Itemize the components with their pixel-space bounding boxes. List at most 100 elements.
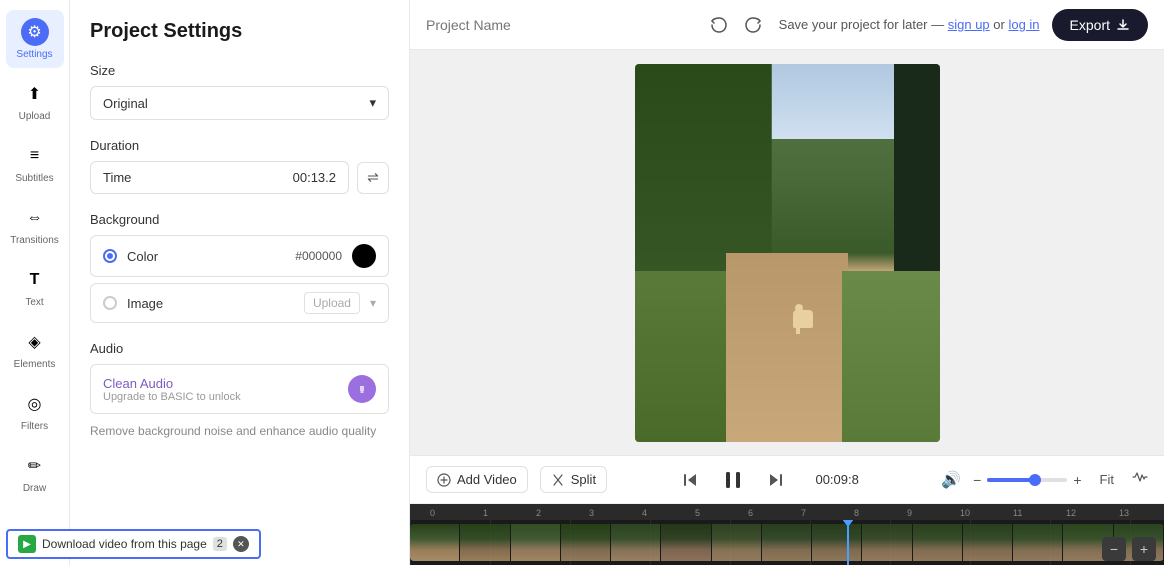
expand-icon: ⇌: [367, 169, 379, 186]
playhead-head: [842, 520, 854, 527]
clip-thumb-12: [963, 524, 1013, 561]
duration-label: Duration: [90, 138, 389, 153]
sidebar-label-upload: Upload: [19, 111, 51, 122]
zoom-slider[interactable]: [987, 478, 1067, 482]
filters-icon: ◎: [21, 390, 49, 418]
playback-bar: Add Video Split: [410, 456, 1164, 504]
draw-icon: ✏: [21, 452, 49, 480]
timeline-minus-button[interactable]: −: [1102, 537, 1126, 561]
clip-thumb-10: [862, 524, 912, 561]
waveform-icon[interactable]: [1132, 469, 1148, 490]
volume-icon[interactable]: 🔊: [941, 470, 961, 490]
ruler-1: 1: [483, 508, 488, 518]
play-pause-button[interactable]: [716, 463, 750, 497]
size-label: Size: [90, 63, 389, 78]
sidebar-label-elements: Elements: [14, 359, 56, 370]
ruler-11: 11: [1013, 508, 1022, 518]
rewind-button[interactable]: [676, 466, 704, 494]
zoom-out-button[interactable]: −: [973, 472, 981, 488]
duration-row: Time 00:13.2 ⇌: [90, 161, 389, 194]
download-banner[interactable]: ▶ Download video from this page 2 ✕: [6, 529, 261, 559]
sidebar-item-filters[interactable]: ◎ Filters: [6, 382, 64, 440]
zoom-in-button[interactable]: +: [1073, 472, 1081, 488]
ruler-2: 2: [536, 508, 541, 518]
transitions-icon: ⇔: [21, 204, 49, 232]
page-title: Project Settings: [90, 20, 389, 43]
volume-section: 🔊: [941, 470, 961, 490]
zoom-track-fill: [987, 478, 1035, 482]
grass-right: [842, 271, 940, 441]
video-container: [410, 50, 1164, 455]
clip-thumb-7: [712, 524, 762, 561]
duration-expand-button[interactable]: ⇌: [357, 162, 389, 194]
sidebar-item-upload[interactable]: ⬆ Upload: [6, 72, 64, 130]
timeline-track[interactable]: [410, 520, 1164, 565]
clip-thumb-9: [812, 524, 862, 561]
ruler-12: 12: [1066, 508, 1076, 518]
image-upload-button[interactable]: Upload: [304, 292, 360, 314]
project-name-input[interactable]: [426, 17, 693, 33]
duration-type: Time: [103, 170, 131, 185]
text-icon: T: [21, 266, 49, 294]
color-swatch[interactable]: [352, 244, 376, 268]
sign-up-link[interactable]: sign up: [948, 17, 990, 32]
sidebar-label-draw: Draw: [23, 483, 46, 494]
track-content: [410, 520, 1164, 565]
bottom-controls: Add Video Split: [410, 455, 1164, 565]
playhead[interactable]: [847, 520, 849, 565]
ruler-10: 10: [960, 508, 970, 518]
download-banner-label: Download video from this page: [42, 537, 207, 551]
split-button[interactable]: Split: [540, 466, 607, 493]
sidebar-label-transitions: Transitions: [10, 235, 59, 246]
add-video-button[interactable]: Add Video: [426, 466, 528, 493]
sidebar-label-settings: Settings: [16, 49, 52, 60]
size-chevron-icon: ▾: [369, 95, 376, 111]
fit-button[interactable]: Fit: [1094, 469, 1120, 490]
video-clip[interactable]: [410, 524, 1164, 561]
timeline-controls-right: − +: [1102, 537, 1156, 561]
timeline-add-button[interactable]: +: [1132, 537, 1156, 561]
sidebar-item-settings[interactable]: ⚙ Settings: [6, 10, 64, 68]
export-button[interactable]: Export: [1052, 9, 1148, 41]
clean-audio-icon[interactable]: [348, 375, 376, 403]
timeline-area: 0 1 2 3 4 5 6 7 8 9 10 11 12 13 14 15: [410, 504, 1164, 565]
audio-label: Audio: [90, 341, 389, 356]
image-radio[interactable]: [103, 296, 117, 310]
size-select[interactable]: Original ▾: [90, 86, 389, 120]
sidebar-label-subtitles: Subtitles: [15, 173, 53, 184]
radio-inner: [107, 253, 113, 259]
video-preview: [635, 64, 940, 442]
sidebar-item-draw[interactable]: ✏ Draw: [6, 444, 64, 502]
save-text: Save your project for later — sign up or…: [779, 17, 1040, 32]
banner-close-button[interactable]: ✕: [233, 536, 249, 552]
image-option-label: Image: [127, 296, 294, 311]
clip-thumb-1: [410, 524, 460, 561]
clip-thumb-13: [1013, 524, 1063, 561]
sidebar-label-filters: Filters: [21, 421, 48, 432]
duration-value: 00:13.2: [293, 170, 336, 185]
color-radio[interactable]: [103, 249, 117, 263]
sidebar-item-subtitles[interactable]: ≡ Subtitles: [6, 134, 64, 192]
sidebar-item-elements[interactable]: ◈ Elements: [6, 320, 64, 378]
clean-audio-box: Clean Audio Upgrade to BASIC to unlock: [90, 364, 389, 414]
redo-button[interactable]: [739, 11, 767, 39]
image-chevron-icon: ▾: [370, 296, 376, 310]
color-option[interactable]: Color #000000: [90, 235, 389, 277]
video-scene: [635, 64, 940, 442]
size-section: Size Original ▾: [90, 63, 389, 120]
image-option[interactable]: Image Upload ▾: [90, 283, 389, 323]
ruler-7: 7: [801, 508, 806, 518]
duration-input[interactable]: Time 00:13.2: [90, 161, 349, 194]
undo-button[interactable]: [705, 11, 733, 39]
subtitles-icon: ≡: [21, 142, 49, 170]
clean-audio-subtitle: Upgrade to BASIC to unlock: [103, 391, 241, 403]
forward-button[interactable]: [762, 466, 790, 494]
road: [726, 253, 848, 442]
sidebar-item-transitions[interactable]: ⇔ Transitions: [6, 196, 64, 254]
ruler-13: 13: [1119, 508, 1129, 518]
banner-number: 2: [213, 537, 227, 551]
sidebar-item-text[interactable]: T Text: [6, 258, 64, 316]
background-label: Background: [90, 212, 389, 227]
sidebar-label-text: Text: [25, 297, 43, 308]
log-in-link[interactable]: log in: [1008, 17, 1039, 32]
